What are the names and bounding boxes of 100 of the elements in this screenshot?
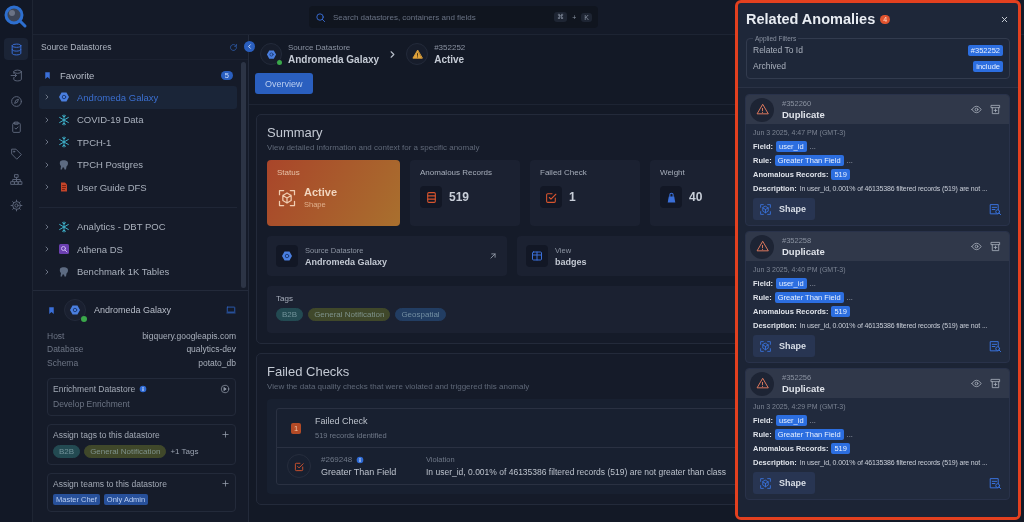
breadcrumb-title[interactable]: Active bbox=[434, 54, 466, 65]
database-icon bbox=[9, 42, 23, 56]
datastore-name[interactable]: User Guide DFS bbox=[77, 181, 147, 193]
property-label: Database bbox=[47, 344, 84, 355]
snowflake-icon bbox=[58, 220, 70, 233]
tree-item[interactable]: Athena DS bbox=[39, 238, 237, 261]
stat-label: Weight bbox=[660, 168, 686, 177]
shape-icon bbox=[759, 202, 772, 216]
scrollbar[interactable] bbox=[241, 62, 246, 288]
close-icon bbox=[1000, 14, 1009, 24]
check-note-icon bbox=[544, 190, 558, 204]
chevron-left-icon bbox=[246, 43, 253, 50]
bigquery-icon bbox=[58, 91, 70, 104]
view-button[interactable] bbox=[971, 378, 982, 389]
section-title: Summary bbox=[267, 125, 324, 140]
property-value: bigquery.googleapis.com bbox=[142, 330, 236, 341]
tag-chip: B2B bbox=[53, 444, 81, 458]
status-button[interactable]: Shape bbox=[753, 335, 815, 357]
panel-title: Related Anomalies bbox=[746, 11, 876, 27]
datastore-name[interactable]: COVID-19 Data bbox=[77, 114, 144, 126]
info-icon bbox=[139, 384, 148, 393]
group-label: Favorite bbox=[60, 69, 96, 81]
archive-button[interactable] bbox=[990, 241, 1001, 252]
section-title: Source Datastores bbox=[41, 42, 112, 52]
play-icon[interactable] bbox=[220, 383, 230, 394]
magnifier-icon bbox=[58, 243, 70, 256]
archive-button[interactable] bbox=[990, 104, 1001, 115]
enrichment-name: Develop Enrichment bbox=[53, 398, 131, 409]
link-value: Andromeda Galaxy bbox=[305, 256, 388, 267]
filter-label: Archived bbox=[753, 61, 787, 71]
link-value: badges bbox=[555, 256, 587, 267]
warning-icon bbox=[755, 240, 769, 253]
settings-icon bbox=[9, 198, 23, 212]
tab[interactable]: Overview bbox=[255, 73, 313, 94]
tree-item[interactable]: TPCH Postgres bbox=[39, 153, 237, 176]
stat-value: 1 bbox=[569, 190, 576, 204]
chevron-right-icon bbox=[43, 138, 51, 147]
warning-icon bbox=[755, 377, 769, 390]
view-button[interactable] bbox=[971, 104, 982, 115]
section-title: Failed Checks bbox=[267, 364, 351, 379]
find-document-icon[interactable] bbox=[989, 476, 1002, 490]
card-title: Enrichment Datastore bbox=[53, 383, 136, 394]
list-icon bbox=[424, 190, 438, 204]
bookmark-icon bbox=[47, 305, 56, 315]
property-label: Schema bbox=[47, 357, 79, 368]
chevron-right-icon bbox=[43, 267, 51, 276]
tags-label: Tags bbox=[276, 294, 294, 303]
status-button[interactable]: Shape bbox=[753, 472, 815, 494]
tree-item[interactable]: COVID-19 Data bbox=[39, 108, 237, 131]
tree-item[interactable]: Benchmark 1K Tables bbox=[39, 260, 237, 283]
chevron-right-icon bbox=[43, 160, 51, 169]
datastore-name[interactable]: Benchmark 1K Tables bbox=[77, 266, 170, 278]
tree-item[interactable]: TPCH-1 bbox=[39, 131, 237, 154]
more-tags: +1 Tags bbox=[170, 446, 199, 456]
breadcrumb-title[interactable]: Andromeda Galaxy bbox=[288, 54, 380, 65]
warning-icon bbox=[755, 103, 769, 116]
tag-chip: Geospatial bbox=[395, 308, 446, 321]
find-document-icon[interactable] bbox=[989, 339, 1002, 353]
section-subtitle: View detailed information and context for a specific anomaly bbox=[267, 143, 481, 152]
archive-icon bbox=[990, 378, 1001, 389]
search-icon bbox=[315, 11, 326, 23]
snowflake-icon bbox=[58, 136, 70, 149]
search-input[interactable]: Search datastores, containers and fields bbox=[331, 11, 550, 23]
section-subtitle: View the data quality checks that were violated and triggered this anomaly bbox=[267, 382, 531, 391]
property-value: potato_db bbox=[198, 357, 236, 368]
refresh-icon[interactable] bbox=[229, 42, 238, 52]
archive-button[interactable] bbox=[990, 378, 1001, 389]
archive-icon bbox=[990, 241, 1001, 252]
tree-item[interactable]: User Guide DFS bbox=[39, 176, 237, 199]
clipboard-check-icon bbox=[9, 120, 23, 134]
view-button[interactable] bbox=[971, 241, 982, 252]
find-document-icon[interactable] bbox=[989, 202, 1002, 216]
datastore-name[interactable]: TPCH Postgres bbox=[77, 159, 143, 171]
snowflake-icon bbox=[58, 113, 70, 126]
shape-icon bbox=[759, 476, 772, 490]
nav-button[interactable] bbox=[4, 38, 28, 60]
hierarchy-icon bbox=[9, 172, 23, 186]
eye-icon bbox=[971, 378, 982, 389]
collapse-button[interactable] bbox=[244, 41, 255, 52]
tree-item[interactable]: Analytics - DBT POC bbox=[39, 215, 237, 238]
laptop-icon[interactable] bbox=[226, 305, 236, 315]
external-link-icon[interactable] bbox=[488, 251, 498, 261]
bigquery-icon bbox=[265, 48, 277, 60]
shape-icon bbox=[759, 339, 772, 353]
chevron-right-icon bbox=[43, 222, 51, 231]
datastore-name[interactable]: TPCH-1 bbox=[77, 136, 112, 148]
chevron-right-icon bbox=[43, 183, 51, 192]
bookmark-icon bbox=[43, 70, 52, 80]
compass-icon bbox=[9, 94, 23, 108]
card-title: Assign teams to this datastore bbox=[53, 478, 168, 489]
datastore-name[interactable]: Analytics - DBT POC bbox=[77, 221, 166, 233]
status-button[interactable]: Shape bbox=[753, 198, 815, 220]
datastore-name[interactable]: Athena DS bbox=[77, 243, 123, 255]
close-button[interactable] bbox=[1000, 14, 1009, 24]
magnifier-logo bbox=[4, 5, 28, 29]
document-icon bbox=[58, 181, 70, 194]
status-value: Active bbox=[304, 186, 338, 198]
plus-icon[interactable] bbox=[221, 479, 230, 488]
info-icon bbox=[356, 455, 365, 464]
plus-icon[interactable] bbox=[221, 430, 230, 439]
